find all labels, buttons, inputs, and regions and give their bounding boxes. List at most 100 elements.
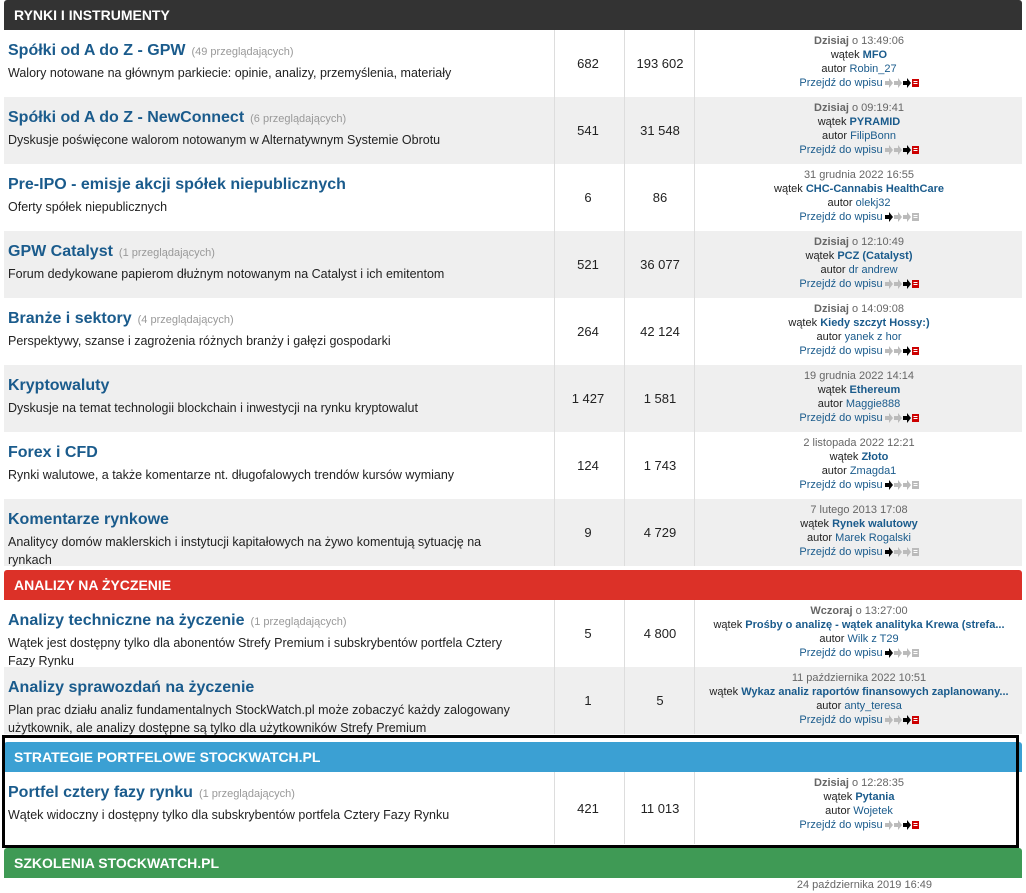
- category-header-analizy[interactable]: ANALIZY NA ŻYCZENIE: [4, 570, 1022, 600]
- thread-prefix: wątek: [800, 518, 830, 530]
- navigation-arrows-icon: [884, 145, 919, 156]
- goto-post-link[interactable]: Przejdź do wpisu: [799, 278, 882, 290]
- thread-prefix: wątek: [817, 384, 847, 396]
- forum-info: Forex i CFD Rynki walutowe, a także komen…: [8, 444, 528, 484]
- navigation-arrows-icon: [884, 78, 919, 89]
- forum-title-link[interactable]: Spółki od A do Z - GPW: [8, 42, 185, 59]
- category-header-rynki[interactable]: RYNKI I INSTRUMENTY: [4, 0, 1022, 30]
- last-post-thread-link[interactable]: PYRAMID: [850, 116, 901, 128]
- column-divider: [554, 432, 555, 499]
- viewers-count: (1 przeglądających): [118, 247, 215, 259]
- forum-info: Pre-IPO - emisje akcji spółek niepublicz…: [8, 176, 528, 216]
- forum-info: Branże i sektory (4 przeglądających) Persp…: [8, 310, 528, 350]
- forum-description: Plan prac działu analiz fundamentalnych …: [8, 703, 510, 735]
- last-post-thread: wątek PCZ (Catalyst): [696, 249, 1022, 263]
- last-post-thread: wątek Pytania: [696, 790, 1022, 804]
- column-divider: [554, 97, 555, 164]
- last-post-thread-link[interactable]: PCZ (Catalyst): [837, 250, 912, 262]
- category-header-strategie[interactable]: STRATEGIE PORTFELOWE STOCKWATCH.PL: [4, 742, 1022, 772]
- goto-post-link[interactable]: Przejdź do wpisu: [799, 77, 882, 89]
- goto-post-link[interactable]: Przejdź do wpisu: [799, 819, 882, 831]
- last-post-thread-link[interactable]: MFO: [863, 49, 887, 61]
- forum-title-link[interactable]: GPW Catalyst: [8, 243, 113, 260]
- topics-count: 421: [577, 800, 599, 816]
- last-post-thread-link[interactable]: Prośby o analizę - wątek analityka Krewa…: [745, 619, 1004, 631]
- last-post-author: autor Marek Rogalski: [696, 531, 1022, 545]
- forum-title-link[interactable]: Analizy sprawozdań na życzenie: [8, 679, 254, 696]
- last-post-thread-link[interactable]: Pytania: [855, 791, 894, 803]
- forum-row: Pre-IPO - emisje akcji spółek niepublicz…: [4, 164, 1022, 231]
- author-prefix: autor: [821, 63, 847, 75]
- column-divider: [694, 231, 695, 298]
- forum-info: Analizy sprawozdań na życzenie Plan prac …: [8, 679, 528, 737]
- forum-title-link[interactable]: Spółki od A do Z - NewConnect: [8, 109, 244, 126]
- last-post: Dzisiaj o 12:28:35 wątek Pytania autor Woj…: [696, 776, 1022, 832]
- navigation-arrows-icon: [884, 212, 919, 223]
- forum-title-link[interactable]: Analizy techniczne na życzenie: [8, 612, 245, 629]
- column-divider: [554, 600, 555, 667]
- last-post-day: Dzisiaj: [814, 236, 849, 248]
- author-prefix: autor: [820, 264, 846, 276]
- column-divider: [694, 164, 695, 231]
- goto-post-link[interactable]: Przejdź do wpisu: [799, 546, 882, 558]
- goto-post-link[interactable]: Przejdź do wpisu: [799, 211, 882, 223]
- forum-info: Spółki od A do Z - GPW (49 przeglądającyc…: [8, 42, 528, 82]
- forum-title-link[interactable]: Pre-IPO - emisje akcji spółek niepublicz…: [8, 176, 346, 193]
- last-post-author-link[interactable]: yanek z hor: [845, 331, 902, 343]
- forum-description: Dyskusje na temat technologii blockchain…: [8, 401, 418, 415]
- forum-title-link[interactable]: Forex i CFD: [8, 444, 98, 461]
- last-post-author-link[interactable]: Robin_27: [850, 63, 897, 75]
- navigation-arrows-icon: [884, 279, 919, 290]
- forum-description: Wątek widoczny i dostępny tylko dla subs…: [8, 808, 450, 822]
- last-post-thread-link[interactable]: Wykaz analiz raportów finansowych zaplan…: [741, 686, 1008, 698]
- last-post-author-link[interactable]: anty_teresa: [844, 700, 901, 712]
- column-divider: [624, 499, 625, 566]
- forum-info: Spółki od A do Z - NewConnect (6 przegląd…: [8, 109, 528, 149]
- last-post-thread-link[interactable]: CHC-Cannabis HealthCare: [806, 183, 944, 195]
- goto-post-link[interactable]: Przejdź do wpisu: [799, 714, 882, 726]
- last-post-author-link[interactable]: Wilk z T29: [848, 633, 899, 645]
- column-divider: [694, 97, 695, 164]
- thread-prefix: wątek: [817, 116, 847, 128]
- goto-post-link[interactable]: Przejdź do wpisu: [799, 479, 882, 491]
- last-post-author-link[interactable]: FilipBonn: [850, 130, 896, 142]
- forum-info: Komentarze rynkowe Analitycy domów makler…: [8, 511, 528, 569]
- column-divider: [624, 97, 625, 164]
- forum-title-link[interactable]: Kryptowaluty: [8, 377, 109, 394]
- last-post-date: 2 listopada 2022 12:21: [696, 436, 1022, 450]
- goto-post-link[interactable]: Przejdź do wpisu: [799, 647, 882, 659]
- last-post-author: autor Robin_27: [696, 62, 1022, 76]
- forum-title-link[interactable]: Portfel cztery fazy rynku: [8, 784, 193, 801]
- last-post-author-link[interactable]: Zmagda1: [850, 465, 896, 477]
- last-post-thread: wątek Wykaz analiz raportów finansowych …: [696, 685, 1022, 699]
- last-post-author-link[interactable]: Wojetek: [853, 805, 893, 817]
- column-divider: [694, 365, 695, 432]
- last-post-author-link[interactable]: dr andrew: [849, 264, 898, 276]
- last-post-thread-link[interactable]: Ethereum: [850, 384, 901, 396]
- forum-title-link[interactable]: Komentarze rynkowe: [8, 511, 169, 528]
- viewers-count: (1 przeglądających): [198, 788, 295, 800]
- last-post-thread: wątek Prośby o analizę - wątek analityka…: [696, 618, 1022, 632]
- forum-row: Analizy techniczne na życzenie (1 przeglą…: [4, 600, 1022, 668]
- last-post-author-link[interactable]: Maggie888: [846, 398, 900, 410]
- topics-count: 1: [584, 693, 592, 708]
- last-post-day: Dzisiaj: [814, 777, 849, 789]
- last-post-day: Dzisiaj: [814, 303, 849, 315]
- last-post-thread: wątek Rynek walutowy: [696, 517, 1022, 531]
- last-post-author-link[interactable]: olekj32: [856, 197, 891, 209]
- last-post: 11 października 2022 10:51 wątek Wykaz an…: [696, 671, 1022, 727]
- navigation-arrows-icon: [884, 715, 919, 726]
- goto-post: Przejdź do wpisu: [696, 646, 1022, 660]
- last-post-author-link[interactable]: Marek Rogalski: [835, 532, 911, 544]
- viewers-count: (4 przeglądających): [137, 314, 234, 326]
- forum-title-link[interactable]: Branże i sektory: [8, 310, 132, 327]
- last-post-thread-link[interactable]: Kiedy szczyt Hossy:): [820, 317, 929, 329]
- thread-prefix: wątek: [713, 619, 743, 631]
- column-divider: [694, 432, 695, 499]
- goto-post-link[interactable]: Przejdź do wpisu: [799, 412, 882, 424]
- last-post-thread-link[interactable]: Złoto: [861, 451, 888, 463]
- goto-post-link[interactable]: Przejdź do wpisu: [799, 144, 882, 156]
- goto-post-link[interactable]: Przejdź do wpisu: [799, 345, 882, 357]
- last-post-thread-link[interactable]: Rynek walutowy: [832, 518, 918, 530]
- category-header-szkolenia[interactable]: SZKOLENIA STOCKWATCH.PL: [4, 848, 1022, 878]
